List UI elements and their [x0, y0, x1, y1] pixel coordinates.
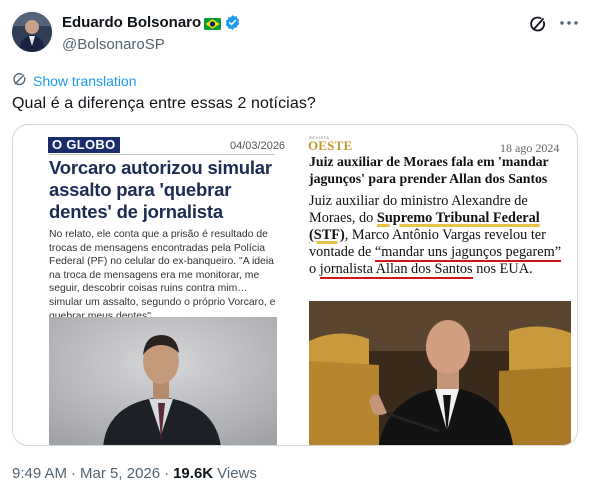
left-article-screenshot: O GLOBO 04/03/2026 Vorcaro autorizou sim…: [25, 131, 285, 445]
right-article-headline: Juiz auxiliar de Moraes fala em 'mandar …: [309, 154, 549, 186]
tweet-date[interactable]: Mar 5, 2026: [80, 465, 160, 482]
grok-icon[interactable]: [528, 14, 548, 34]
right-article-photo: [309, 301, 571, 445]
views-count[interactable]: 19.6K: [173, 465, 213, 482]
author-name-row[interactable]: Eduardo Bolsonaro: [62, 14, 241, 31]
jaguncos-quote: “mandar uns jagunços pegarem”: [374, 244, 562, 262]
left-article-body: No relato, ele conta que a prisão é resu…: [49, 229, 276, 322]
avatar[interactable]: [12, 12, 52, 52]
tweet-footer: 9:49 AM · Mar 5, 2026 · 19.6K Views: [12, 465, 257, 482]
translate-icon: [12, 72, 27, 90]
tweet-text: Qual é a diferença entre essas 2 notícia…: [12, 95, 316, 112]
show-translation-label[interactable]: Show translation: [33, 73, 137, 89]
left-article-headline: Vorcaro autorizou simular assalto para '…: [49, 157, 272, 222]
journalist-name: jornalista Allan dos Santos: [319, 261, 473, 279]
more-options-icon[interactable]: [558, 12, 580, 34]
show-translation-link[interactable]: Show translation: [12, 72, 137, 90]
footer-separator: ·: [71, 465, 77, 482]
left-article-date: 04/03/2026: [230, 140, 286, 152]
oeste-logo: REVISTA OESTE: [308, 135, 352, 152]
verified-badge-icon[interactable]: [224, 14, 241, 31]
right-article-screenshot: REVISTA OESTE 18 ago 2024 Juiz auxiliar …: [298, 131, 576, 445]
oeste-logo-name: OESTE: [308, 138, 353, 153]
right-article-body: Juiz auxiliar do ministro Alexandre de M…: [309, 193, 571, 279]
tweet-media-image[interactable]: O GLOBO 04/03/2026 Vorcaro autorizou sim…: [12, 124, 578, 446]
avatar-image: [12, 12, 52, 52]
left-article-photo: [49, 317, 277, 445]
o-globo-logo: O GLOBO: [48, 137, 120, 153]
left-article-divider: [49, 154, 275, 155]
tweet-time[interactable]: 9:49 AM: [12, 465, 67, 482]
footer-separator-2: ·: [164, 465, 170, 482]
brazil-flag-icon: [204, 17, 222, 30]
views-label[interactable]: Views: [217, 465, 257, 482]
author-handle[interactable]: @BolsonaroSP: [62, 36, 165, 53]
right-body-part-3: o: [309, 261, 320, 277]
author-display-name[interactable]: Eduardo Bolsonaro: [62, 14, 201, 31]
right-body-part-4: nos EUA.: [472, 261, 533, 277]
